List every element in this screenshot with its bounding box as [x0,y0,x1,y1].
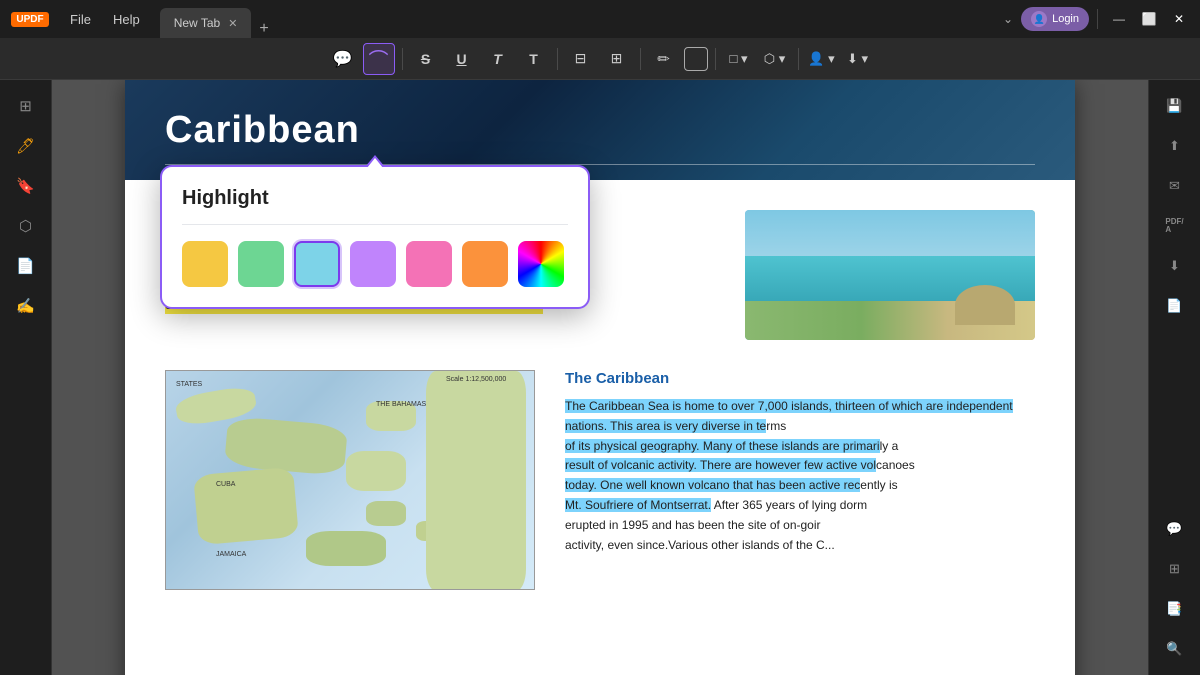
map-label-jamaica: JAMAICA [216,551,246,558]
color-rainbow[interactable] [518,241,564,287]
toolbar-separator-2 [557,48,558,70]
tab-close-button[interactable]: ✕ [228,17,237,30]
highlighted-text-2: of its physical geography. Many of these… [565,439,880,453]
highlighted-text-4: today. One well known volcano that has b… [565,478,860,492]
comment-tool-button[interactable]: 💬 [327,43,359,75]
highlighted-text-5: Mt. Soufriere of Montserrat. [565,498,711,512]
map-land-7 [306,531,386,566]
sidebar-item-attachments[interactable]: 📄 [8,248,44,284]
color-yellow[interactable] [182,241,228,287]
chevron-down-icon[interactable]: ⌄ [999,8,1017,30]
sidebar-right-chat[interactable]: 💬 [1157,511,1193,547]
sidebar-item-bookmarks[interactable]: 🔖 [8,168,44,204]
file-menu[interactable]: File [60,8,101,31]
sidebar-right-document[interactable]: 📄 [1157,288,1193,324]
map-label-cuba: CUBA [216,481,235,488]
pdf-viewer: Caribbean QUESTIONS TO GUIDE INQUIRY 1. … [52,80,1148,675]
menu-bar: File Help [60,8,150,31]
color-orange[interactable] [462,241,508,287]
tab-label: New Tab [174,16,220,30]
strikethrough-tool-button[interactable]: S [410,43,442,75]
map-label-states: STATES [176,381,202,388]
caribbean-section-title: The Caribbean [565,370,1035,387]
photo-column [745,210,1035,340]
right-sidebar-bottom: 💬 ⊞ 📑 🔍 [1157,511,1193,675]
sidebar-item-highlight[interactable]: 🖊 [8,128,44,164]
add-tab-button[interactable]: + [251,20,276,38]
map-land-2 [224,416,348,476]
right-sidebar: 💾 ⬆ ✉ PDF/A ⬇ 📄 💬 ⊞ 📑 🔍 [1148,80,1200,675]
highlight-popup-divider [182,224,568,225]
lasso-tool-button[interactable]: ⬡ ▾ [759,43,791,75]
photo-rocks [955,285,1015,325]
color-pink[interactable] [406,241,452,287]
sidebar-right-upload[interactable]: ⬆ [1157,128,1193,164]
map-label-bahamas: THE BAHAMAS [376,401,426,408]
sidebar-item-signatures[interactable]: ✍ [8,288,44,324]
sidebar-right-email[interactable]: ✉ [1157,168,1193,204]
updf-brand: UPDF [11,12,48,27]
caribbean-text-section: The Caribbean The Caribbean Sea is home … [565,370,1035,590]
sidebar-right-grid[interactable]: ⊞ [1157,551,1193,587]
map-land-cuba [193,467,299,545]
title-bar: UPDF File Help New Tab ✕ + ⌄ 👤 Login — ⬜… [0,0,1200,38]
sidebar-right-pdf[interactable]: PDF/A [1157,208,1193,244]
map-scale: Scale 1:12,500,000 [446,376,506,383]
toolbar-separator-1 [402,48,403,70]
new-tab[interactable]: New Tab ✕ [160,8,252,38]
title-bar-right: ⌄ 👤 Login — ⬜ ✕ [999,6,1200,32]
shapes-dropdown-button[interactable]: □ ▾ [723,43,755,75]
sidebar-right-pages[interactable]: 📑 [1157,591,1193,627]
highlighted-text-3: result of volcanic activity. There are h… [565,458,876,472]
caribbean-map: CUBA THE BAHAMAS STATES JAMAICA Scale 1:… [165,370,535,590]
toolbar-separator-5 [798,48,799,70]
highlight-color-options [182,241,568,287]
minimize-button[interactable]: — [1106,6,1132,32]
caribbean-body-text: The Caribbean Sea is home to over 7,000 … [565,397,1035,555]
maximize-button[interactable]: ⬜ [1136,6,1162,32]
highlight-color-popup: Highlight [160,165,590,309]
close-button[interactable]: ✕ [1166,6,1192,32]
map-land-4 [366,501,406,526]
highlighted-caribbean-text: The Caribbean Sea is home to over 7,000 … [565,399,1013,433]
sidebar-right-download[interactable]: ⬇ [1157,248,1193,284]
sidebar-right-zoom[interactable]: 🔍 [1157,631,1193,667]
main-area: ⊞ 🖊 🔖 ⬡ 📄 ✍ Caribbean QUESTIONS TO GUIDE… [0,80,1200,675]
left-sidebar: ⊞ 🖊 🔖 ⬡ 📄 ✍ [0,80,52,675]
text-tool-1-button[interactable]: T [482,43,514,75]
signature-tool-button[interactable]: 👤 ▾ [806,43,838,75]
color-light-blue[interactable] [294,241,340,287]
map-land-3 [346,451,406,491]
user-avatar: 👤 [1031,11,1047,27]
highlight-popup-title: Highlight [182,187,568,210]
pdf-lower-content: CUBA THE BAHAMAS STATES JAMAICA Scale 1:… [125,370,1075,620]
map-land-mainland [426,371,526,590]
login-label: Login [1052,13,1079,25]
pencil-tool-button[interactable]: ✏ [648,43,680,75]
underline-tool-button[interactable]: U [446,43,478,75]
callout-tool-button[interactable]: ⊞ [601,43,633,75]
annotation-toolbar: 💬 ⌒ S U T T ⊟ ⊞ ✏ □ ▾ ⬡ ▾ 👤 ▾ ⬇ ▾ [0,38,1200,80]
color-green[interactable] [238,241,284,287]
stamp-tool-button[interactable]: ⬇ ▾ [842,43,874,75]
caribbean-photo [745,210,1035,340]
toolbar-separator-3 [640,48,641,70]
help-menu[interactable]: Help [103,8,150,31]
highlight-tool-button[interactable]: ⌒ [363,43,395,75]
sidebar-item-thumbnail[interactable]: ⊞ [8,88,44,124]
login-button[interactable]: 👤 Login [1021,7,1089,31]
textbox-tool-button[interactable]: ⊟ [565,43,597,75]
text-tool-2-button[interactable]: T [518,43,550,75]
pdf-page-title: Caribbean [165,109,360,152]
color-purple[interactable] [350,241,396,287]
app-logo: UPDF [0,0,60,38]
shape-tool-button[interactable] [684,47,708,71]
sidebar-right-save[interactable]: 💾 [1157,88,1193,124]
tabs-area: New Tab ✕ + [150,0,999,38]
toolbar-separator-4 [715,48,716,70]
sidebar-item-search[interactable]: ⬡ [8,208,44,244]
